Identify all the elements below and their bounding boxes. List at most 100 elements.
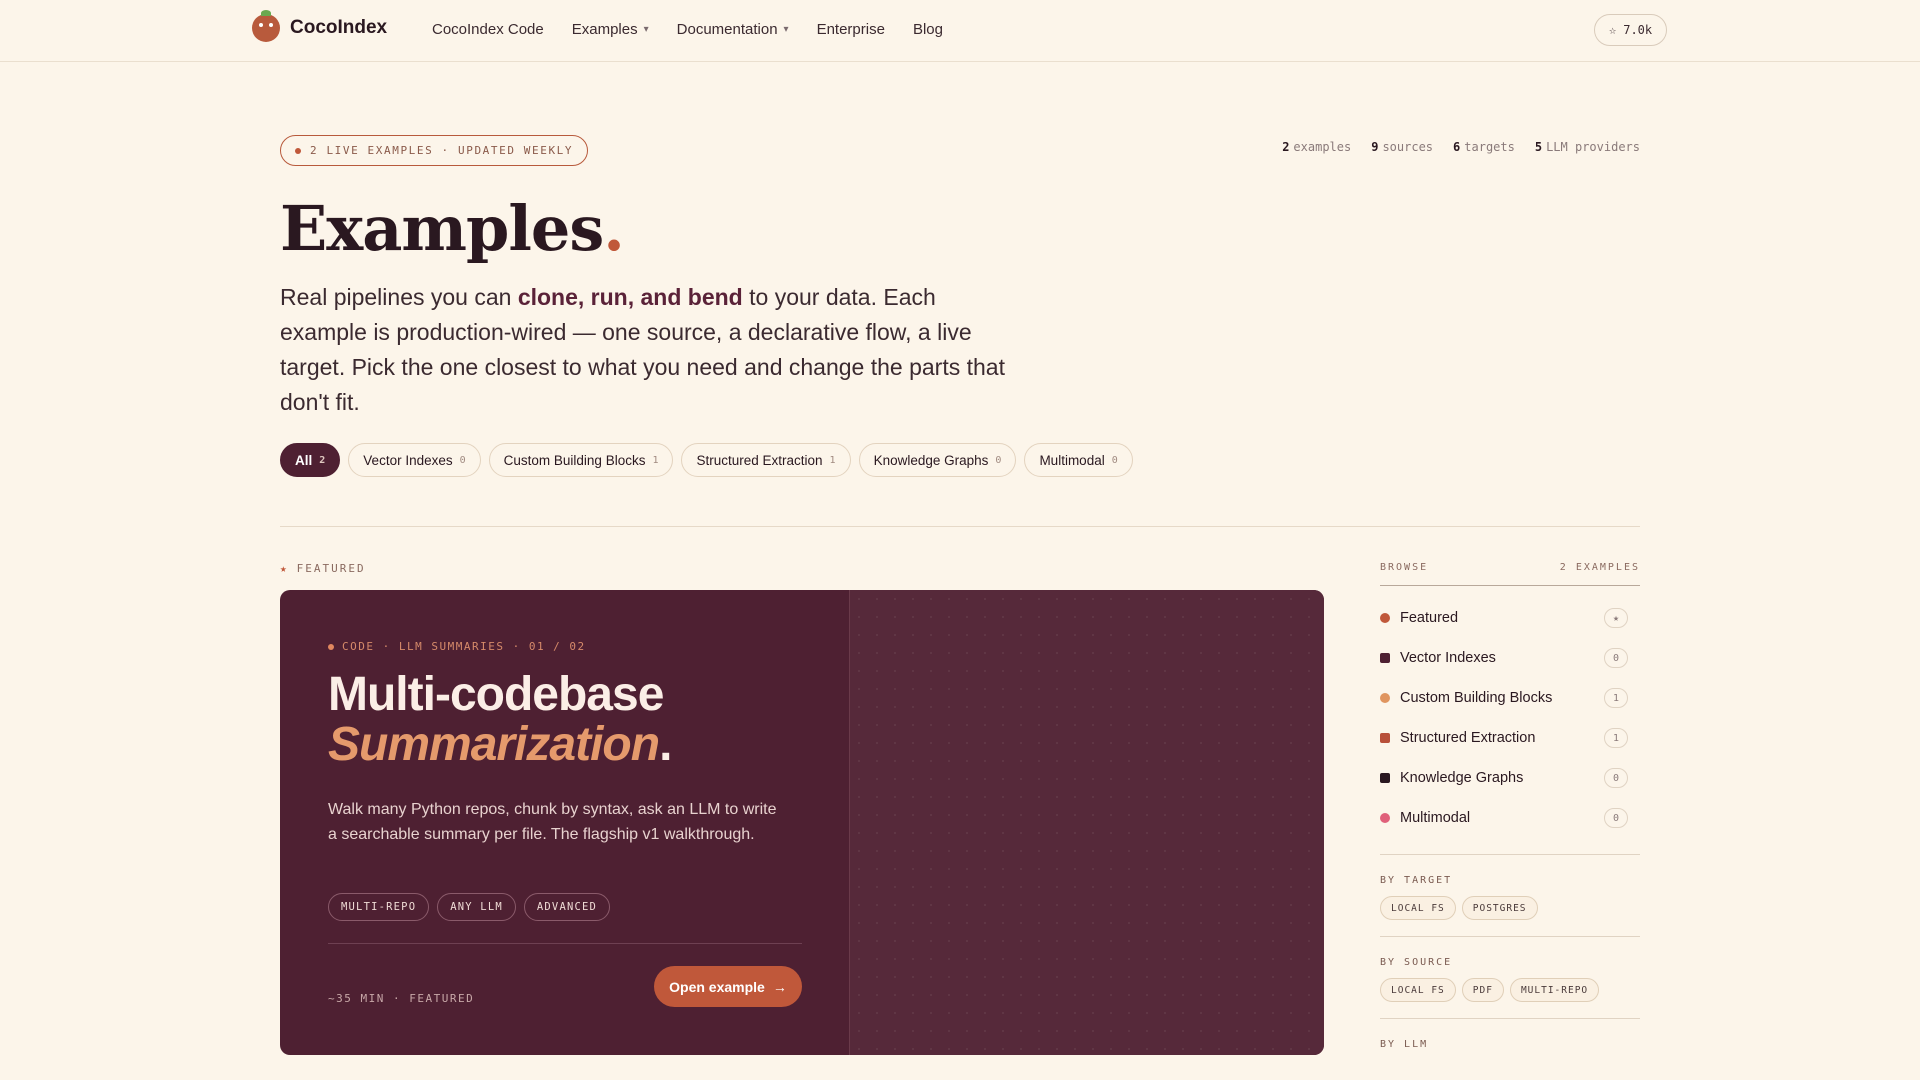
- featured-label-text: FEATURED: [296, 562, 366, 575]
- featured-section-label: ★ FEATURED: [280, 562, 366, 575]
- chip-label: Multimodal: [1039, 452, 1105, 468]
- arrow-right-icon: →: [772, 978, 787, 995]
- card-title-line1: Multi-codebase: [328, 668, 664, 721]
- github-stars-button[interactable]: ☆ 7.0k: [1594, 14, 1668, 46]
- sidebar-item-count: 0: [1604, 808, 1628, 828]
- target-tags: LOCAL FS POSTGRES: [1380, 896, 1640, 920]
- chip-label: All: [295, 452, 313, 468]
- sidebar-list: Featured ★ Vector Indexes 0 Custom Buildin…: [1380, 598, 1640, 838]
- badge-text: 2 LIVE EXAMPLES · UPDATED WEEKLY: [310, 144, 574, 157]
- category-square-icon: [1380, 653, 1390, 663]
- filter-chip-all[interactable]: All 2: [280, 443, 341, 477]
- nav-link-enterprise[interactable]: Enterprise: [817, 21, 885, 38]
- nav-link-label: Examples: [571, 21, 638, 38]
- chip-label: Knowledge Graphs: [873, 452, 989, 468]
- stat-label: targets: [1464, 140, 1515, 154]
- nav-link-label: Enterprise: [816, 21, 885, 38]
- nav-link-label: CocoIndex Code: [432, 21, 544, 38]
- section-title: BY LLM: [1380, 1039, 1429, 1050]
- sidebar-item-label: Custom Building Blocks: [1400, 690, 1553, 706]
- sidebar-header: BROWSE 2 EXAMPLES: [1380, 562, 1640, 586]
- sidebar-item-label: Multimodal: [1400, 810, 1471, 826]
- star-icon: ★: [280, 562, 289, 575]
- source-tag-pdf[interactable]: PDF: [1461, 978, 1504, 1002]
- source-tags: LOCAL FS PDF MULTI-REPO: [1380, 978, 1640, 1002]
- stat-llm-providers: 5 LLM providers: [1535, 140, 1640, 154]
- chip-count: 1: [829, 454, 836, 466]
- sidebar-item-custom-building-blocks[interactable]: Custom Building Blocks 1: [1380, 678, 1640, 718]
- filter-chip-multimodal[interactable]: Multimodal 0: [1024, 443, 1133, 477]
- nav-links: CocoIndex Code Examples ▾ Documentation ▾ …: [432, 21, 943, 38]
- sidebar-item-count: 1: [1604, 688, 1628, 708]
- filter-chip-structured-extraction[interactable]: Structured Extraction 1: [681, 443, 851, 477]
- filter-by-target: BY TARGET LOCAL FS POSTGRES: [1380, 854, 1640, 920]
- sidebar-count: 2 EXAMPLES: [1559, 562, 1640, 573]
- stat-targets: 6 targets: [1453, 140, 1515, 154]
- chip-label: Structured Extraction: [696, 452, 823, 468]
- card-description: Walk many Python repos, chunk by syntax,…: [328, 801, 777, 843]
- page-title-text: Examples: [280, 192, 604, 265]
- nav-link-cocoindex-code[interactable]: CocoIndex Code: [432, 21, 544, 38]
- filter-by-source: BY SOURCE LOCAL FS PDF MULTI-REPO: [1380, 936, 1640, 1002]
- card-meta-text: CODE · LLM SUMMARIES · 01 / 02: [342, 640, 586, 653]
- nav-link-documentation[interactable]: Documentation ▾: [677, 21, 789, 38]
- lede-part: Real pipelines you can: [280, 284, 518, 310]
- stat-examples: 2 examples: [1282, 140, 1351, 154]
- chip-count: 0: [459, 454, 466, 466]
- sidebar-item-featured[interactable]: Featured ★: [1380, 598, 1640, 638]
- filter-by-llm: BY LLM: [1380, 1018, 1640, 1050]
- brand[interactable]: CocoIndex: [252, 10, 387, 42]
- chevron-down-icon: ▾: [783, 24, 789, 35]
- source-tag-multi-repo[interactable]: MULTI-REPO: [1509, 978, 1600, 1002]
- chevron-down-icon: ▾: [643, 24, 649, 35]
- stat-value: 9: [1371, 140, 1379, 154]
- stat-value: 6: [1453, 140, 1461, 154]
- card-meta: CODE · LLM SUMMARIES · 01 / 02: [328, 640, 586, 653]
- target-tag-postgres[interactable]: POSTGRES: [1461, 896, 1538, 920]
- source-tag-local-fs[interactable]: LOCAL FS: [1380, 978, 1456, 1002]
- sidebar-item-count: 1: [1604, 728, 1628, 748]
- status-dot-icon: [295, 147, 301, 154]
- filter-chip-vector-indexes[interactable]: Vector Indexes 0: [348, 443, 481, 477]
- filter-chips: All 2 Vector Indexes 0 Custom Building Blo…: [280, 443, 1133, 477]
- section-title: BY SOURCE: [1380, 957, 1453, 968]
- card-title-line2: Summarization.: [328, 720, 672, 770]
- sidebar-item-vector-indexes[interactable]: Vector Indexes 0: [1380, 638, 1640, 678]
- category-dot-icon: [1380, 693, 1390, 703]
- tag: MULTI-REPO: [328, 893, 430, 921]
- sidebar-item-multimodal[interactable]: Multimodal 0: [1380, 798, 1640, 838]
- coconut-logo-icon: [252, 10, 280, 42]
- sidebar-item-count: 0: [1604, 768, 1628, 788]
- section-title: BY TARGET: [1380, 875, 1453, 886]
- nav-link-label: Documentation: [676, 21, 778, 38]
- sidebar-item-knowledge-graphs[interactable]: Knowledge Graphs 0: [1380, 758, 1640, 798]
- card-content: CODE · LLM SUMMARIES · 01 / 02 Multi-cod…: [280, 590, 849, 1055]
- nav-link-examples[interactable]: Examples ▾: [572, 21, 649, 38]
- filter-chip-custom-building-blocks[interactable]: Custom Building Blocks 1: [488, 443, 674, 477]
- sidebar-item-label: Structured Extraction: [1400, 730, 1536, 746]
- open-example-button[interactable]: Open example →: [654, 966, 802, 1007]
- card-divider: [328, 943, 802, 944]
- stat-sources: 9 sources: [1371, 140, 1433, 154]
- stat-value: 5: [1534, 140, 1543, 154]
- stats-bar: 2 examples 9 sources 6 targets 5 LLM provide…: [1282, 140, 1640, 154]
- title-period: .: [603, 192, 625, 265]
- sidebar-item-label: Knowledge Graphs: [1400, 770, 1524, 786]
- sidebar-item-structured-extraction[interactable]: Structured Extraction 1: [1380, 718, 1640, 758]
- sidebar-item-count: ★: [1604, 608, 1628, 628]
- page-title: Examples.: [280, 192, 625, 265]
- card-tags: MULTI-REPO ANY LLM ADVANCED: [328, 893, 611, 921]
- chip-count: 0: [1111, 454, 1118, 466]
- category-dot-icon: [1380, 813, 1390, 823]
- featured-example-card[interactable]: CODE · LLM SUMMARIES · 01 / 02 Multi-cod…: [280, 590, 1324, 1055]
- sidebar-item-label: Vector Indexes: [1400, 650, 1496, 666]
- category-dot-icon: [1380, 613, 1390, 623]
- sidebar-item-label: Featured: [1400, 610, 1459, 626]
- nav-link-label: Blog: [912, 21, 943, 38]
- chip-count: 1: [652, 454, 659, 466]
- star-icon: ☆: [1609, 23, 1617, 37]
- tag: ADVANCED: [523, 893, 611, 921]
- target-tag-local-fs[interactable]: LOCAL FS: [1380, 896, 1456, 920]
- nav-link-blog[interactable]: Blog: [913, 21, 943, 38]
- filter-chip-knowledge-graphs[interactable]: Knowledge Graphs 0: [858, 443, 1017, 477]
